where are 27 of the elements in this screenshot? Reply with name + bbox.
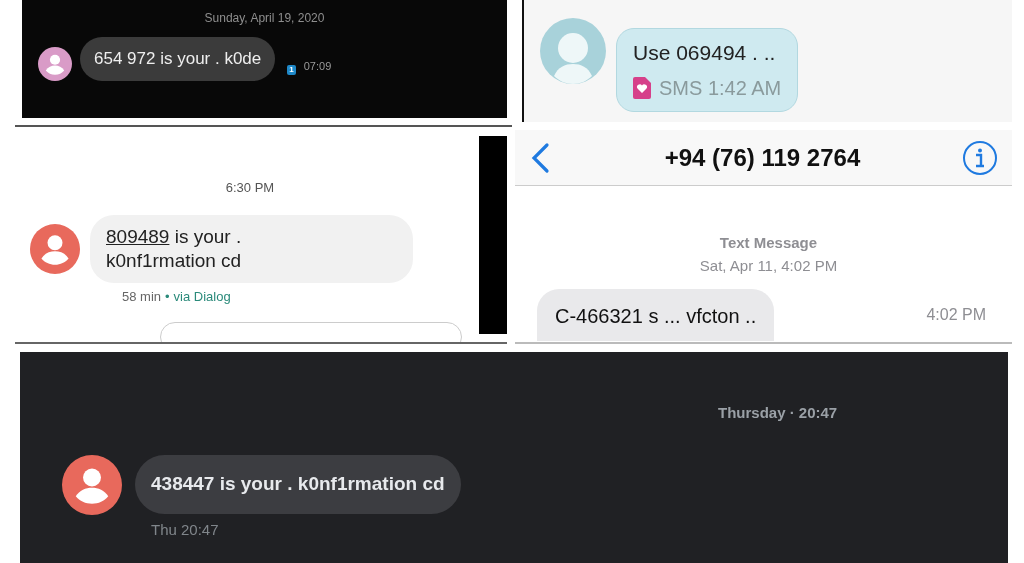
- message-age: 58 min: [122, 287, 162, 306]
- message-time: 4:02 PM: [926, 305, 986, 325]
- info-icon[interactable]: [962, 139, 998, 176]
- message-time: Thu 20:47: [151, 519, 220, 540]
- service-label: Text Message: [719, 233, 818, 253]
- message-bubble: 654 972 is your . k0de: [80, 37, 276, 81]
- message-bubble: 438447 is your . k0nf1rmation cd: [135, 455, 461, 514]
- sim-heart-icon: [633, 76, 651, 99]
- code-link[interactable]: 809489: [106, 225, 170, 247]
- date-header: Sunday, April 19, 2020: [204, 10, 325, 27]
- message-bubble: 809489 is your . k0nf1rmation cd: [90, 214, 413, 283]
- date-header: Sat, Apr 11, 4:02 PM: [699, 255, 838, 276]
- via-label: via Dialog: [173, 287, 231, 306]
- message-meta: SMS 1:42 AM: [659, 75, 782, 101]
- avatar-icon: [38, 46, 72, 81]
- message-text: Use 069494 . ..: [633, 40, 777, 66]
- sim-badge: 1: [287, 64, 296, 75]
- back-icon[interactable]: [529, 141, 551, 174]
- message-bubble: C-466321 s ... vfcton ..: [537, 289, 775, 341]
- contact-title: +94 (76) 119 2764: [663, 142, 862, 173]
- date-header: Thursday · 20:47: [718, 403, 839, 423]
- avatar-icon: [62, 454, 122, 515]
- separator-dot: •: [165, 287, 170, 306]
- time-header: 6:30 PM: [225, 179, 275, 197]
- message-time: 07:09: [303, 59, 332, 74]
- avatar-icon: [540, 18, 606, 84]
- avatar-icon: [30, 223, 80, 274]
